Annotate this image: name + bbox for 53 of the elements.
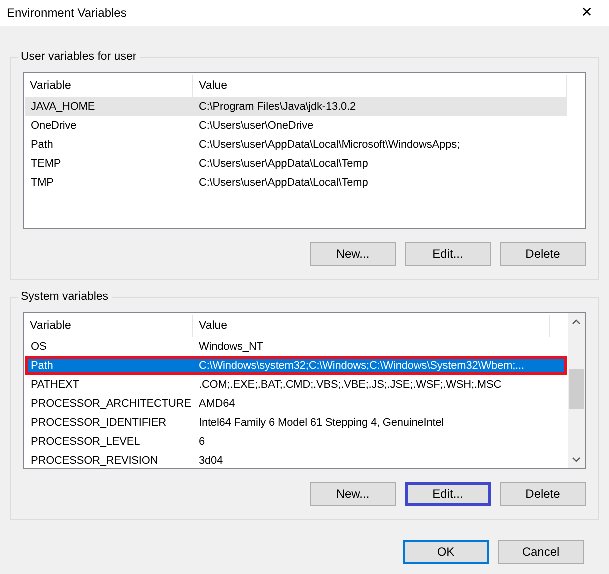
table-cell-text: Intel64 Family 6 Model 61 Stepping 4, GenuineIntel (198, 416, 446, 428)
table-cell-text: TEMP (30, 158, 62, 170)
list-row[interactable]: OS Windows_NT (25, 337, 567, 356)
ok-button[interactable]: OK (403, 540, 489, 564)
scroll-thumb[interactable] (569, 369, 584, 409)
variables-list[interactable] (23, 72, 586, 229)
button[interactable]: New... (310, 242, 396, 266)
column-header[interactable]: Variable (24, 315, 193, 337)
table-cell-text: C:\Users\user\OneDrive (198, 120, 315, 132)
table-cell-text: C:\Users\user\AppData\Local\Microsoft\WindowsApps; (198, 138, 461, 150)
list-row[interactable]: PROCESSOR_IDENTIFIER Intel64 Family 6 Model 61 Stepping 4, GenuineIntel (25, 413, 567, 432)
list-row[interactable]: PATHEXT .COM;.EXE;.BAT;.CMD;.VBS;.VBE;.JS;.JSE;.WSF;.WSH;.MSC (25, 375, 567, 394)
button[interactable]: Delete (500, 242, 586, 266)
button[interactable]: Edit... (405, 242, 491, 266)
table-cell-text: PROCESSOR_IDENTIFIER (30, 416, 168, 428)
table-cell-text: AMD64 (198, 398, 236, 410)
button[interactable]: New... (310, 482, 396, 506)
list-row[interactable]: JAVA_HOME C:\Program Files\Java\jdk-13.0.2 (25, 97, 567, 116)
button[interactable]: Delete (500, 482, 586, 506)
table-cell-text: C:\Users\user\AppData\Local\Temp (198, 158, 370, 170)
table-cell-text: PATHEXT (30, 378, 80, 390)
table-cell-text: PROCESSOR_REVISION (30, 454, 160, 466)
table-cell-text: PROCESSOR_LEVEL (30, 436, 142, 448)
table-cell-text: Path (30, 138, 54, 150)
list-row[interactable]: PROCESSOR_LEVEL 6 (25, 432, 567, 451)
column-header[interactable]: Value (193, 315, 550, 337)
list-row[interactable]: OneDrive C:\Users\user\OneDrive (25, 116, 584, 135)
list-row[interactable]: TMP C:\Users\user\AppData\Local\Temp (25, 173, 584, 192)
table-cell-text: C:\Users\user\AppData\Local\Temp (198, 176, 370, 188)
table-cell-text: Windows_NT (198, 340, 264, 352)
window-title: Environment Variables (7, 6, 127, 20)
table-cell-text: Path (30, 360, 54, 372)
table-cell-text: JAVA_HOME (30, 100, 96, 112)
close-button[interactable]: ✕ (567, 0, 607, 26)
list-row[interactable]: PROCESSOR_REVISION 3d04 (25, 451, 567, 468)
table-cell-text: C:\Program Files\Java\jdk-13.0.2 (198, 100, 357, 112)
table-cell-text: OS (30, 340, 48, 352)
list-row[interactable]: Path C:\Windows\system32;C:\Windows;C:\Windows\System32\Wbem;... (25, 356, 567, 375)
table-cell-text: .COM;.EXE;.BAT;.CMD;.VBS;.VBE;.JS;.JSE;.WSF;.WSH;.MSC (198, 378, 503, 390)
table-cell-text: OneDrive (30, 120, 78, 132)
group-label: System variables (18, 290, 112, 304)
table-cell-text: PROCESSOR_ARCHITECTURE (30, 398, 192, 410)
scrollbar[interactable] (568, 313, 585, 468)
table-cell-text: TMP (30, 176, 55, 188)
table-cell-text: 3d04 (198, 454, 224, 466)
list-row[interactable]: PROCESSOR_ARCHITECTURE AMD64 (25, 394, 567, 413)
variables-list[interactable] (23, 312, 586, 469)
list-row[interactable]: Path C:\Users\user\AppData\Local\Microsoft\WindowsApps; (25, 135, 584, 154)
cancel-button[interactable]: Cancel (498, 540, 584, 564)
table-cell-text: C:\Windows\system32;C:\Windows;C:\Windows\System32\Wbem;... (198, 360, 526, 372)
list-row[interactable]: TEMP C:\Users\user\AppData\Local\Temp (25, 154, 584, 173)
table-cell-text: 6 (198, 436, 206, 448)
button[interactable]: Edit... (405, 482, 491, 506)
